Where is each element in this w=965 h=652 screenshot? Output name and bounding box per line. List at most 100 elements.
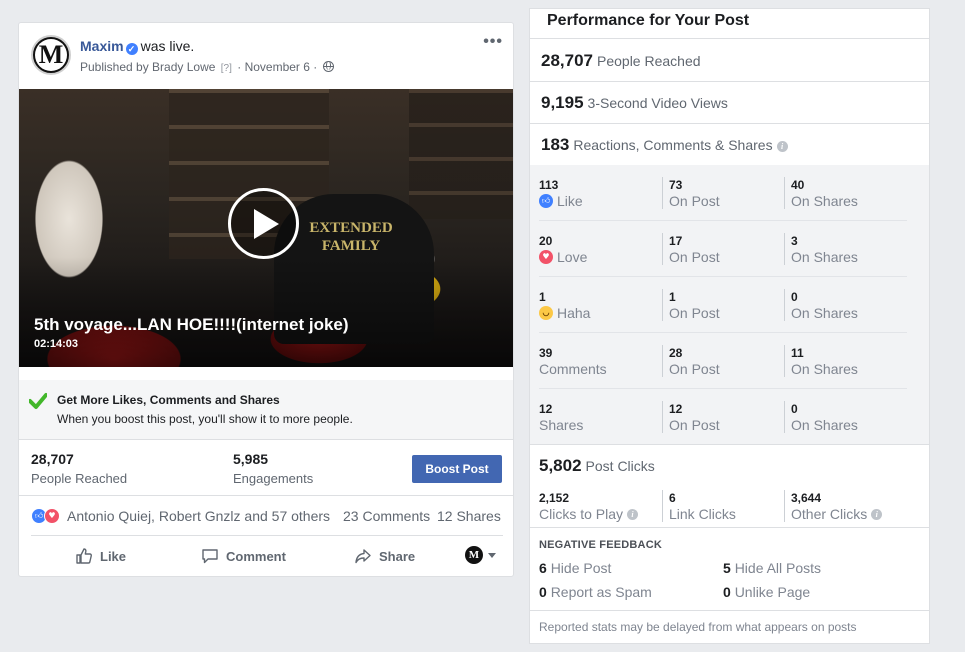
breakdown-value: 3	[791, 234, 798, 248]
reactions-summary-row: 👍︎ ♥ Antonio Quiej, Robert Gnzlz and 57 …	[19, 496, 513, 534]
spam-value: 0	[539, 584, 547, 600]
page-selector[interactable]: M	[465, 546, 496, 564]
video-gradient	[19, 257, 513, 367]
post-date-link[interactable]: · November 6 ·	[237, 60, 317, 74]
unlike-value: 0	[723, 584, 731, 600]
like-button[interactable]: Like	[75, 544, 126, 568]
comment-button-label: Comment	[226, 548, 286, 564]
video-scene-shirt-text: EXTENDED FAMILY	[309, 220, 393, 254]
breakdown-label-text: Haha	[557, 305, 591, 321]
breakdown-label: On Post	[669, 361, 720, 377]
performance-panel: Performance for Your Post 28,707 People R…	[529, 8, 930, 644]
engagements-value: 5,985	[233, 451, 269, 467]
post-clicks-value: 5,802	[539, 456, 582, 475]
post-clicks-section: 5,802 Post Clicks 2,152 Clicks to Play i 6…	[530, 446, 929, 528]
breakdown-value: 40	[791, 178, 805, 192]
breakdown-cell: 40 On Shares	[784, 177, 902, 209]
page-avatar[interactable]: M	[31, 35, 71, 75]
breakdown-label-text: Like	[557, 193, 583, 209]
more-options-icon[interactable]: •••	[483, 33, 503, 51]
post-title-line: Maxim ✓ was live.	[80, 38, 194, 55]
author-name-link[interactable]: Maxim	[80, 38, 124, 54]
breakdown-value: 0	[791, 402, 798, 416]
boost-banner-title: Get More Likes, Comments and Shares	[57, 393, 280, 407]
other-clicks-label-wrap: Other Clicks i	[791, 506, 902, 522]
people-reached-label: People Reached	[31, 471, 128, 486]
post-actions-row: Like Comment Share M	[31, 535, 503, 575]
info-icon[interactable]: i	[776, 141, 788, 152]
love-icon: ♥	[539, 250, 553, 264]
breakdown-cell: 20 ♥ Love	[539, 233, 659, 265]
breakdown-cell: 113 👍︎ Like	[539, 177, 659, 209]
breakdown-label: On Post	[669, 193, 720, 209]
info-icon[interactable]: i	[871, 508, 883, 520]
help-mark-link[interactable]: [?]	[221, 63, 232, 74]
kpi-video-views-text: 9,195 3-Second Video Views	[541, 93, 728, 113]
breakdown-label: On Post	[669, 417, 720, 433]
breakdown-value: 73	[669, 178, 683, 192]
avatar-letter: M	[38, 40, 64, 69]
breakdown-row-haha: 1 ◡ Haha 1 On Post 0 On Shares	[539, 277, 907, 333]
comments-count-link[interactable]: 23 Comments	[343, 508, 430, 524]
boost-post-button[interactable]: Boost Post	[412, 455, 502, 483]
performance-title: Performance for Your Post	[547, 12, 750, 29]
post-stats-row: 28,707 People Reached 5,985 Engagements …	[19, 440, 513, 496]
other-clicks-value: 3,644	[791, 491, 822, 505]
post-clicks-label: Post Clicks	[585, 458, 655, 474]
page-selector-avatar: M	[465, 546, 483, 564]
breakdown-cell: 12 On Post	[662, 401, 780, 433]
boost-banner-subtitle: When you boost this post, you'll show it…	[57, 412, 353, 426]
globe-icon[interactable]	[322, 61, 334, 72]
like-button-label: Like	[100, 548, 127, 564]
performance-footnote: Reported stats may be delayed from what …	[539, 620, 857, 634]
verified-icon: ✓	[125, 43, 138, 55]
hide-all-label: Hide All Posts	[734, 560, 822, 576]
breakdown-cell: 0 On Shares	[784, 289, 902, 321]
reaction-icons[interactable]: 👍︎ ♥	[31, 508, 61, 524]
info-icon[interactable]: i	[627, 508, 639, 520]
kpi-label: 3-Second Video Views	[587, 95, 728, 111]
kpi-reactions-text: 183 Reactions, Comments & Shares i	[541, 135, 788, 155]
reactions-breakdown: 113 👍︎ Like 73 On Post 40 On Shares 20 ♥ Love …	[530, 165, 929, 445]
video-player[interactable]: EXTENDED FAMILY 5th voyage...LAN HOE!!!!…	[19, 89, 513, 367]
video-duration: 02:14:03	[34, 338, 79, 350]
kpi-reactions: 183 Reactions, Comments & Shares i	[530, 124, 929, 166]
play-icon	[254, 208, 279, 239]
breakdown-value: 20	[539, 234, 553, 248]
negative-feedback-section: NEGATIVE FEEDBACK 6 Hide Post 5 Hide All…	[530, 529, 929, 611]
play-button[interactable]	[228, 188, 299, 259]
published-by: Published by Brady Lowe	[80, 60, 216, 74]
breakdown-value: 17	[669, 234, 683, 248]
reactors-link[interactable]: Antonio Quiej, Robert Gnzlz and 57 other…	[67, 508, 330, 524]
kpi-value: 9,195	[541, 93, 584, 112]
other-clicks: 3,644 Other Clicks i	[784, 490, 902, 522]
link-clicks: 6 Link Clicks	[662, 490, 780, 522]
breakdown-label: On Shares	[791, 249, 858, 265]
breakdown-cell: 3 On Shares	[784, 233, 902, 265]
kpi-people-reached: 28,707 People Reached	[530, 40, 929, 82]
link-clicks-label: Link Clicks	[669, 506, 736, 522]
hide-all-value: 5	[723, 560, 731, 576]
video-scene-shelves-right	[409, 89, 513, 219]
breakdown-cell: 28 On Post	[662, 345, 780, 377]
breakdown-label: On Shares	[791, 361, 858, 377]
like-icon: 👍︎	[539, 194, 553, 208]
breakdown-row-shares: 12 Shares 12 On Post 0 On Shares	[539, 389, 907, 445]
comment-button[interactable]: Comment	[201, 544, 286, 568]
people-reached-value: 28,707	[31, 451, 74, 467]
breakdown-value: 28	[669, 346, 683, 360]
breakdown-label: Shares	[539, 417, 584, 433]
hide-all-posts-stat: 5 Hide All Posts	[723, 560, 821, 576]
boost-banner: Get More Likes, Comments and Shares When…	[19, 380, 513, 440]
share-button[interactable]: Share	[354, 544, 415, 568]
breakdown-label: 👍︎ Like	[539, 193, 659, 209]
caret-down-icon	[488, 552, 496, 558]
breakdown-cell: 39 Comments	[539, 345, 659, 377]
breakdown-label: Comments	[539, 361, 607, 377]
hide-post-label: Hide Post	[550, 560, 612, 576]
unlike-page-stat: 0 Unlike Page	[723, 584, 810, 600]
shares-count-link[interactable]: 12 Shares	[437, 508, 501, 524]
breakdown-value: 12	[539, 402, 553, 416]
breakdown-label: On Post	[669, 305, 720, 321]
breakdown-label: On Post	[669, 249, 720, 265]
